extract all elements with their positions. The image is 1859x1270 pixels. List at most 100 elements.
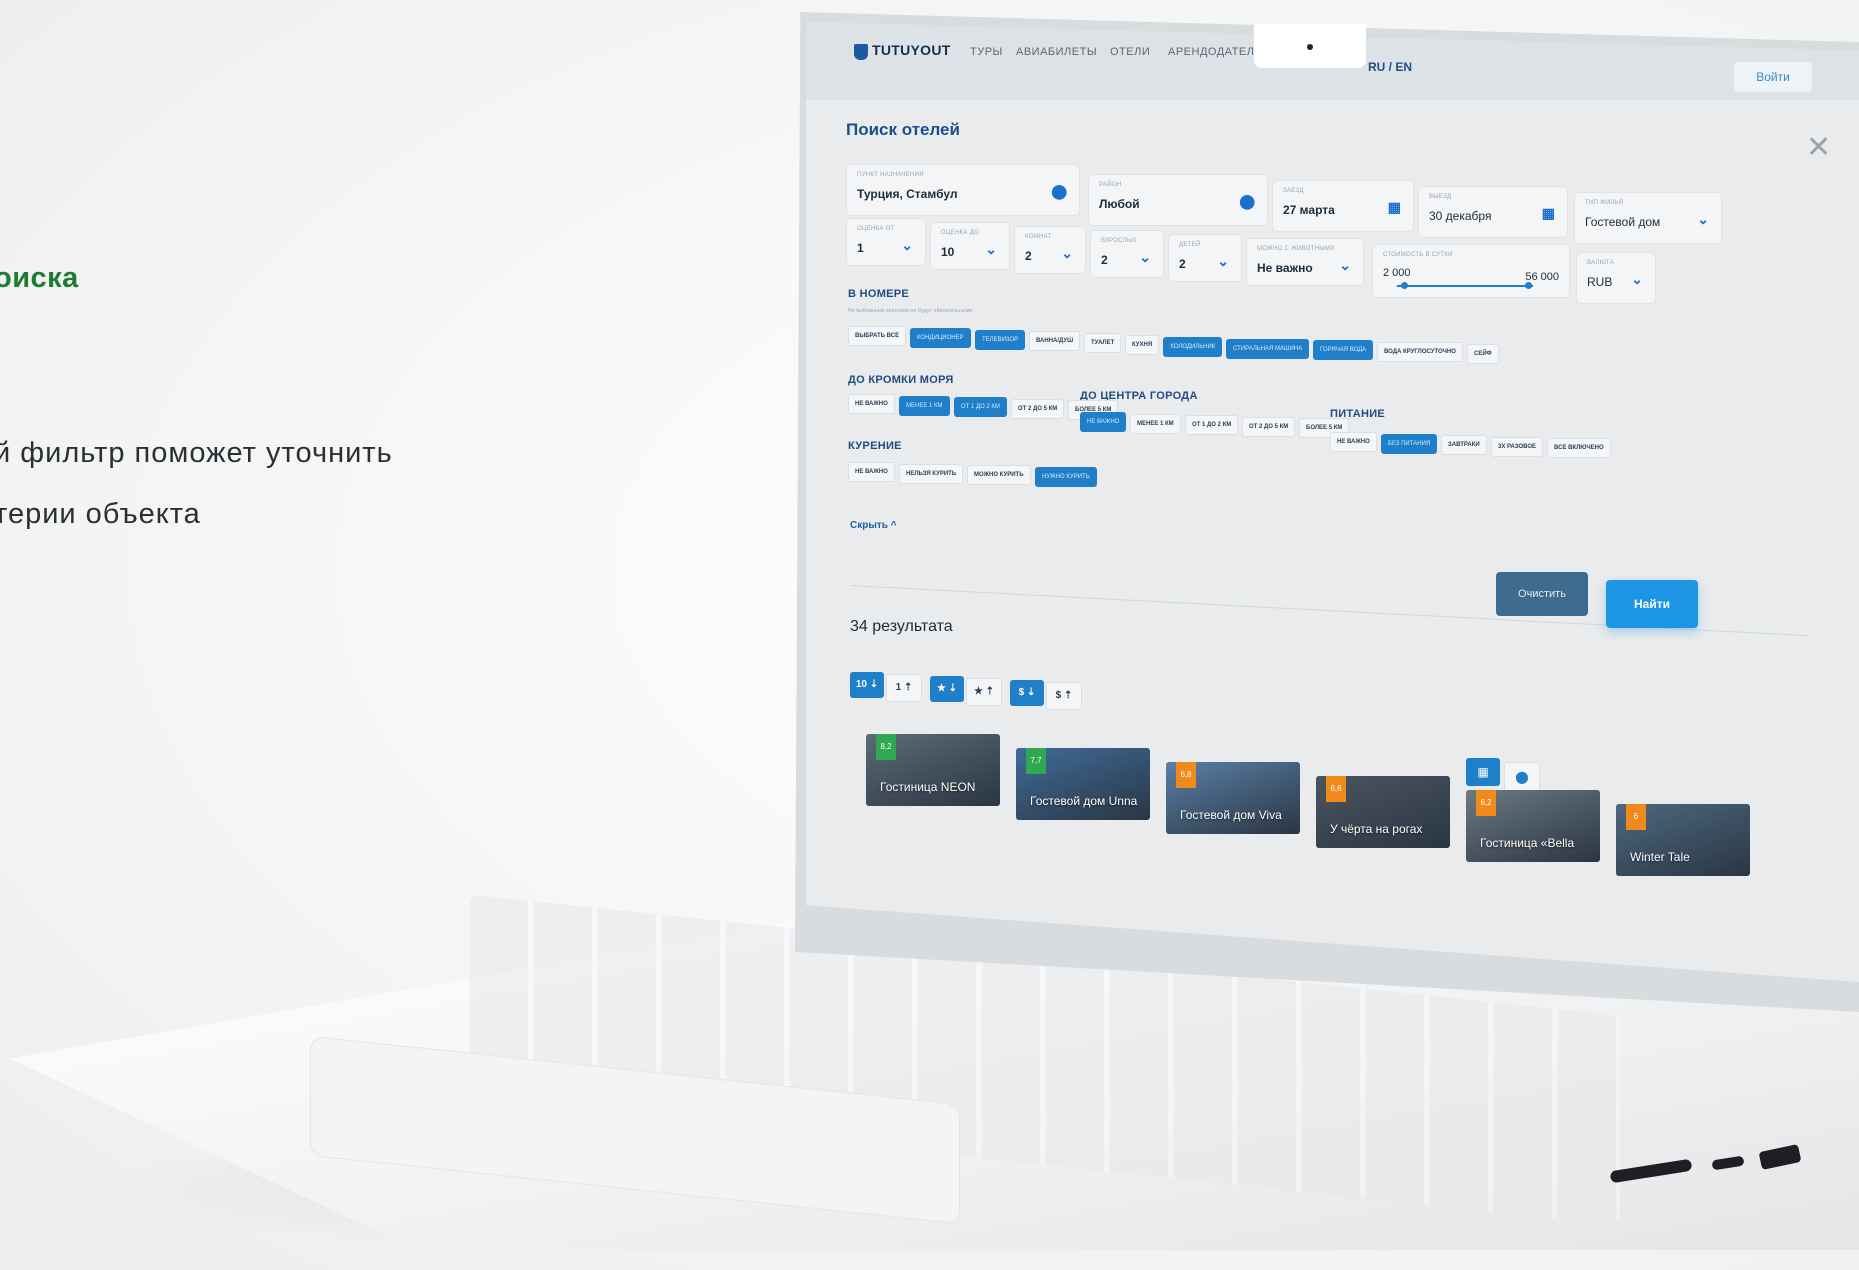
district-field[interactable]: Район Любой ⬤ xyxy=(1088,174,1268,226)
filter-chip-smoking-3[interactable]: НУЖНО КУРИТЬ xyxy=(1035,466,1097,487)
rating-to-select[interactable]: Оценка до 10 ⌄ xyxy=(930,222,1010,270)
checkin-value: 27 марта xyxy=(1283,203,1335,217)
price-track xyxy=(1397,285,1533,287)
filter-chip-in_room-6[interactable]: ХОЛОДИЛЬНИК xyxy=(1163,336,1223,357)
login-button[interactable]: Войти xyxy=(1734,62,1812,92)
price-max-value: 56 000 xyxy=(1525,271,1559,283)
filter-chip-smoking-1[interactable]: НЕЛЬЗЯ КУРИТЬ xyxy=(899,463,964,484)
filter-chip-in_room-3[interactable]: ВАННА/ДУШ xyxy=(1029,331,1081,352)
rating-badge: 7,7 xyxy=(1026,748,1046,774)
filter-chip-in_room-1[interactable]: КОНДИЦИОНЕР xyxy=(910,327,971,348)
rooms-value: 2 xyxy=(1025,249,1032,263)
rating-badge: 8,2 xyxy=(876,734,896,760)
filter-chip-sea-3[interactable]: ОТ 2 ДО 5 КМ xyxy=(1011,398,1065,419)
filter-chip-food-2[interactable]: ЗАВТРАКИ xyxy=(1441,435,1487,456)
checkout-label: Выезд xyxy=(1429,194,1452,200)
logo-icon xyxy=(854,44,868,60)
rating-to-value: 10 xyxy=(941,245,955,259)
destination-value: Турция, Стамбул xyxy=(857,187,958,201)
nav-flights[interactable]: АВИАБИЛЕТЫ xyxy=(1016,46,1097,58)
rating-badge: 6 xyxy=(1626,804,1646,830)
filter-chip-food-3[interactable]: 3Х РАЗОВОЕ xyxy=(1491,436,1544,457)
filter-chip-smoking-2[interactable]: МОЖНО КУРИТЬ xyxy=(967,465,1031,486)
sort-button-1[interactable]: 1 ⇡ xyxy=(886,674,922,702)
nav-hotels[interactable]: ОТЕЛИ xyxy=(1110,46,1150,58)
find-button[interactable]: Найти xyxy=(1606,580,1698,628)
chevron-down-icon: ⌄ xyxy=(1697,211,1709,227)
filter-chip-smoking-0[interactable]: НЕ ВАЖНО xyxy=(848,462,895,482)
hotel-card[interactable]: 6 Winter Tale xyxy=(1616,804,1750,876)
pets-value: Не важно xyxy=(1257,261,1313,275)
price-min-handle[interactable] xyxy=(1400,282,1408,289)
sort-button-4[interactable]: $ ⇣ xyxy=(1010,680,1044,706)
close-icon[interactable]: ✕ xyxy=(1806,130,1831,165)
filter-chip-sea-1[interactable]: МЕНЕЕ 1 КМ xyxy=(899,395,950,416)
filter-chip-food-1[interactable]: БЕЗ ПИТАНИЯ xyxy=(1381,433,1438,454)
destination-field[interactable]: Пункт назначения Турция, Стамбул ⬤ xyxy=(846,164,1080,216)
price-range-slider[interactable]: Стоимость в сутки 2 000 56 000 xyxy=(1372,244,1570,298)
hotel-card[interactable]: 8,2 Гостиница NEON xyxy=(866,734,1000,806)
map-pin-icon: ⬤ xyxy=(1239,193,1255,209)
adults-select[interactable]: Взрослых 2 ⌄ xyxy=(1090,230,1164,278)
housing-type-value: Гостевой дом xyxy=(1585,215,1661,229)
sea-title: ДО КРОМКИ МОРЯ xyxy=(848,374,954,386)
filter-chip-in_room-9[interactable]: ВОДА КРУГЛОСУТОЧНО xyxy=(1377,342,1463,363)
housing-type-label: Тип жилья xyxy=(1585,200,1624,206)
filter-chip-center-1[interactable]: МЕНЕЕ 1 КМ xyxy=(1130,413,1181,434)
sort-button-2[interactable]: ★ ⇣ xyxy=(930,676,964,702)
children-label: Детей xyxy=(1179,242,1201,248)
grid-icon[interactable]: ▦ xyxy=(1466,758,1500,786)
caption-line-1: й фильтр поможет уточнить xyxy=(0,437,393,469)
checkout-field[interactable]: Выезд 30 декабря ▦ xyxy=(1418,186,1568,238)
hotel-name: Гостевой дом Unna xyxy=(1030,794,1138,808)
nav-landlords[interactable]: АРЕНДОДАТЕЛЯ xyxy=(1168,46,1263,58)
rooms-select[interactable]: Комнат 2 ⌄ xyxy=(1014,226,1086,274)
rating-badge: 6,2 xyxy=(1476,790,1496,816)
filter-chip-in_room-4[interactable]: ТУАЛЕТ xyxy=(1084,333,1122,354)
filter-chip-in_room-2[interactable]: ТЕЛЕВИЗОР xyxy=(975,329,1026,350)
hotel-card[interactable]: 6,6 У чёрта на рогах xyxy=(1316,776,1450,848)
nav-tours[interactable]: ТУРЫ xyxy=(970,46,1003,58)
sort-button-0[interactable]: 10 ⇣ xyxy=(850,672,884,698)
rating-to-label: Оценка до xyxy=(941,230,980,236)
hotel-name: Гостиница NEON xyxy=(880,780,976,794)
filter-chip-in_room-10[interactable]: СЕЙФ xyxy=(1467,344,1499,364)
map-pin-icon[interactable]: ⬤ xyxy=(1504,762,1540,792)
currency-select[interactable]: Валюта RUB ⌄ xyxy=(1576,252,1656,304)
filter-chip-center-3[interactable]: ОТ 2 ДО 5 КМ xyxy=(1242,416,1296,437)
filter-chip-in_room-7[interactable]: СТИРАЛЬНАЯ МАШИНА xyxy=(1226,338,1310,359)
filter-chip-sea-0[interactable]: НЕ ВАЖНО xyxy=(848,394,895,414)
filter-chip-center-0[interactable]: НЕ ВАЖНО xyxy=(1080,412,1127,432)
price-max-handle[interactable] xyxy=(1524,282,1532,289)
adults-label: Взрослых xyxy=(1101,238,1137,244)
filter-chip-in_room-8[interactable]: ГОРЯЧАЯ ВОДА xyxy=(1313,340,1374,361)
chevron-down-icon: ⌄ xyxy=(985,241,997,257)
logo[interactable]: TUTUYOUT xyxy=(872,42,951,58)
clear-button[interactable]: Очистить xyxy=(1496,572,1588,616)
currency-label: Валюта xyxy=(1587,260,1614,266)
checkin-field[interactable]: Заезд 27 марта ▦ xyxy=(1272,180,1414,232)
chevron-down-icon: ⌄ xyxy=(901,237,913,253)
hide-filters-link[interactable]: Скрыть ^ xyxy=(850,520,897,531)
hotel-card[interactable]: 7,7 Гостевой дом Unna xyxy=(1016,748,1150,820)
rating-from-label: Оценка от xyxy=(857,226,895,232)
hotel-card[interactable]: 6,8 Гостевой дом Viva xyxy=(1166,762,1300,834)
checkin-label: Заезд xyxy=(1283,188,1304,194)
pets-select[interactable]: Можно с животными Не важно ⌄ xyxy=(1246,238,1364,286)
hotel-card[interactable]: 6,2 Гостиница «Bella xyxy=(1466,790,1600,862)
sort-button-5[interactable]: $ ⇡ xyxy=(1046,682,1082,710)
sort-button-3[interactable]: ★ ⇡ xyxy=(966,678,1002,706)
filter-chip-sea-2[interactable]: ОТ 1 ДО 2 КМ xyxy=(954,397,1007,418)
rating-from-select[interactable]: Оценка от 1 ⌄ xyxy=(846,218,926,266)
camera-icon xyxy=(1307,44,1313,50)
language-switch[interactable]: RU / EN xyxy=(1368,60,1412,74)
district-label: Район xyxy=(1099,182,1122,188)
filter-chip-in_room-5[interactable]: КУХНЯ xyxy=(1125,335,1160,355)
filter-chip-center-2[interactable]: ОТ 1 ДО 2 КМ xyxy=(1185,415,1239,436)
children-select[interactable]: Детей 2 ⌄ xyxy=(1168,234,1242,282)
housing-type-select[interactable]: Тип жилья Гостевой дом ⌄ xyxy=(1574,192,1722,244)
filter-chip-in_room-0[interactable]: ВЫБРАТЬ ВСЕ xyxy=(848,326,907,346)
filter-chip-food-4[interactable]: ВСЕ ВКЛЮЧЕНО xyxy=(1547,438,1611,459)
filter-chip-food-0[interactable]: НЕ ВАЖНО xyxy=(1330,432,1377,452)
page-title: Поиск отелей xyxy=(846,120,960,139)
